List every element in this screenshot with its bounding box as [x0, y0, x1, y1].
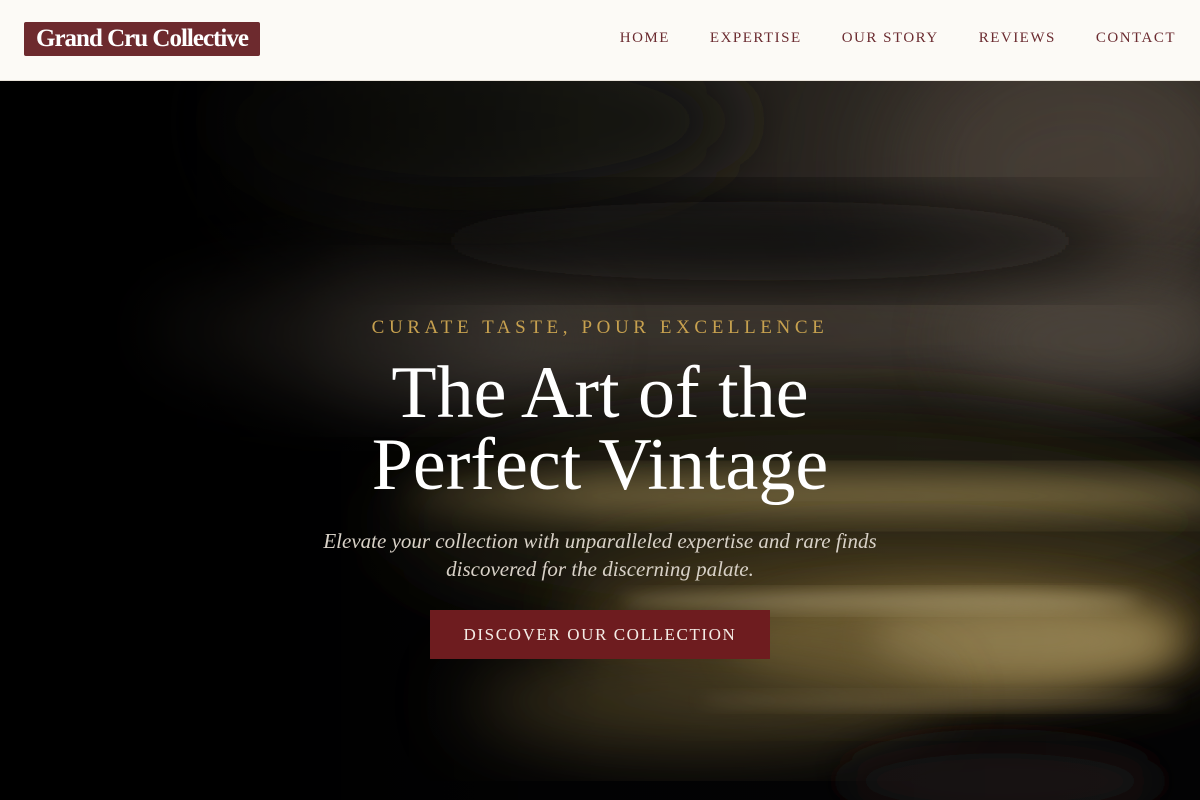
- nav-expertise-link[interactable]: EXPERTISE: [710, 30, 802, 47]
- hero-section: CURATE TASTE, POUR EXCELLENCE The Art of…: [0, 81, 1200, 800]
- hero-subtext-line-1: Elevate your collection with unparallele…: [323, 529, 877, 553]
- nav-reviews-link[interactable]: REVIEWS: [979, 30, 1056, 47]
- hero-headline-line-2: Perfect Vintage: [371, 424, 829, 506]
- main-nav: HOME EXPERTISE OUR STORY REVIEWS CONTACT: [620, 30, 1176, 47]
- hero-subtext: Elevate your collection with unparallele…: [300, 527, 900, 583]
- site-header: Grand Cru Collective HOME EXPERTISE OUR …: [0, 0, 1200, 81]
- hero-tagline: CURATE TASTE, POUR EXCELLENCE: [371, 317, 829, 338]
- nav-home-link[interactable]: HOME: [620, 30, 670, 47]
- hero-headline: The Art of the Perfect Vintage: [0, 352, 1200, 506]
- nav-contact-link[interactable]: CONTACT: [1096, 30, 1176, 47]
- hero-subtext-line-2: discovered for the discerning palate.: [446, 557, 754, 581]
- brand-logo[interactable]: Grand Cru Collective: [24, 22, 260, 56]
- hero-content: CURATE TASTE, POUR EXCELLENCE The Art of…: [0, 81, 1200, 800]
- discover-collection-button[interactable]: DISCOVER OUR COLLECTION: [430, 610, 770, 659]
- hero-headline-line-1: The Art of the: [391, 352, 809, 434]
- nav-our-story-link[interactable]: OUR STORY: [842, 30, 939, 47]
